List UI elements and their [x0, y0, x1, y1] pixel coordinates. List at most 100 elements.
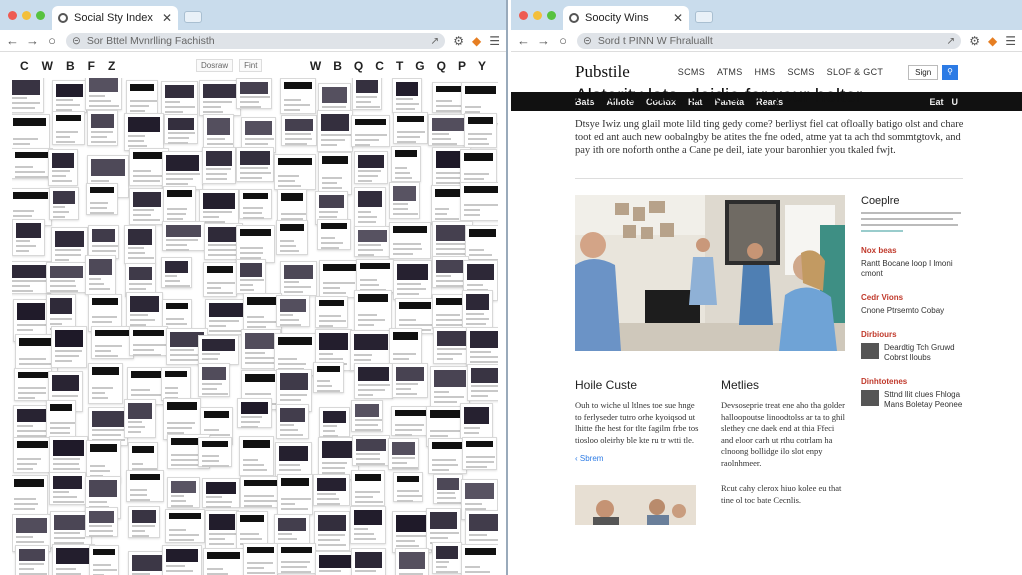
back-icon[interactable]: ← — [6, 33, 19, 48]
profile-card[interactable] — [88, 363, 123, 404]
bookmark-icon[interactable]: ↗ — [946, 35, 955, 47]
profile-card[interactable] — [128, 506, 160, 538]
profile-card[interactable] — [313, 474, 350, 506]
profile-card[interactable] — [236, 225, 275, 263]
profile-card[interactable] — [129, 326, 168, 356]
section-row[interactable]: Deardtig Tch Gruwd Cobrst lloubs — [861, 343, 966, 363]
profile-card[interactable] — [393, 112, 428, 144]
profile-card[interactable] — [315, 296, 348, 328]
profile-card[interactable] — [86, 183, 118, 215]
tool-icon[interactable]: B — [66, 59, 75, 73]
user-icon[interactable]: ⚲ — [942, 64, 958, 80]
profile-card[interactable] — [46, 400, 76, 438]
profile-card[interactable] — [162, 221, 205, 251]
tool-icon[interactable]: W — [42, 59, 53, 73]
profile-card[interactable] — [239, 189, 272, 219]
profile-card[interactable] — [280, 78, 316, 114]
maximize-dot[interactable] — [36, 11, 45, 20]
profile-card[interactable] — [462, 290, 493, 330]
profile-card[interactable] — [352, 435, 390, 466]
menu-icon[interactable]: ☰ — [1005, 34, 1016, 48]
profile-card[interactable] — [313, 362, 344, 393]
profile-card[interactable] — [391, 146, 421, 182]
profile-card[interactable] — [460, 182, 498, 221]
profile-card[interactable] — [351, 400, 383, 432]
tool-icon[interactable]: C — [375, 59, 384, 73]
profile-card[interactable] — [49, 436, 88, 475]
profile-card[interactable] — [467, 364, 498, 401]
top-link[interactable]: SCMS — [787, 67, 814, 77]
profile-card[interactable] — [354, 187, 386, 228]
browser-tab[interactable]: Social Sty Index ✕ — [52, 6, 178, 30]
profile-card[interactable] — [85, 78, 122, 110]
profile-card[interactable] — [91, 326, 134, 359]
profile-card[interactable] — [12, 78, 44, 113]
section-kicker[interactable]: Dirbiours — [861, 330, 966, 339]
bookmark-icon[interactable]: ↗ — [430, 35, 439, 47]
tool-icon[interactable]: G — [415, 59, 424, 73]
profile-card[interactable] — [393, 472, 423, 502]
profile-card[interactable] — [124, 113, 164, 151]
profile-card[interactable] — [428, 114, 469, 146]
profile-card[interactable] — [51, 227, 88, 266]
profile-card[interactable] — [461, 544, 498, 575]
profile-card[interactable] — [12, 475, 48, 515]
maximize-dot[interactable] — [547, 11, 556, 20]
profile-card[interactable] — [203, 548, 244, 575]
address-bar[interactable]: ⊝ Sor Bttel Mvnrlling Fachisth ↗ — [66, 32, 446, 49]
profile-card[interactable] — [389, 182, 420, 219]
top-link[interactable]: SLOF & GCT — [827, 67, 884, 77]
profile-card[interactable] — [388, 438, 419, 470]
profile-card[interactable] — [12, 148, 53, 179]
profile-card[interactable] — [202, 147, 236, 184]
tool-icon[interactable]: Q — [437, 59, 446, 73]
sign-in-button[interactable]: Sign — [908, 64, 939, 80]
extension-icon[interactable]: ⚙ — [969, 34, 980, 48]
profile-card[interactable] — [354, 226, 391, 257]
profile-card[interactable] — [240, 476, 282, 508]
profile-card[interactable] — [280, 261, 317, 296]
profile-card[interactable] — [161, 367, 191, 401]
close-tab-icon[interactable]: ✕ — [673, 11, 683, 25]
profile-card[interactable] — [274, 154, 316, 190]
tool-icon[interactable]: T — [396, 59, 403, 73]
profile-card[interactable] — [237, 398, 272, 428]
profile-icon[interactable]: ◆ — [988, 34, 997, 48]
profile-card[interactable] — [351, 470, 385, 506]
profile-card[interactable] — [464, 113, 497, 148]
top-link[interactable]: HMS — [755, 67, 776, 77]
profile-card[interactable] — [52, 111, 85, 145]
profile-card[interactable] — [277, 474, 313, 515]
profile-card[interactable] — [203, 262, 237, 297]
profile-card[interactable] — [389, 222, 431, 259]
section-kicker[interactable]: Cedr Vions — [861, 293, 966, 302]
profile-card[interactable] — [85, 255, 116, 295]
profile-card[interactable] — [124, 399, 156, 438]
profile-card[interactable] — [276, 295, 310, 327]
profile-card[interactable] — [318, 152, 352, 195]
profile-card[interactable] — [198, 437, 232, 467]
profile-card[interactable] — [51, 326, 87, 368]
profile-card[interactable] — [161, 81, 198, 115]
profile-card[interactable] — [236, 147, 274, 182]
search-label-1[interactable]: Dosraw — [196, 59, 234, 72]
close-tab-icon[interactable]: ✕ — [162, 11, 172, 25]
tool-icon[interactable]: B — [333, 59, 342, 73]
close-dot[interactable] — [8, 11, 17, 20]
profile-card[interactable] — [126, 470, 164, 502]
profile-card[interactable] — [281, 115, 317, 146]
profile-card[interactable] — [433, 474, 463, 504]
profile-card[interactable] — [198, 335, 239, 365]
profile-card[interactable] — [87, 110, 118, 146]
profile-card[interactable] — [319, 407, 350, 437]
profile-card[interactable] — [164, 114, 198, 144]
reload-icon[interactable]: ○ — [46, 33, 58, 48]
profile-card[interactable] — [432, 542, 462, 574]
menu-icon[interactable]: ☰ — [489, 34, 500, 48]
profile-card[interactable] — [161, 257, 192, 288]
profile-card[interactable] — [49, 187, 79, 220]
profile-card[interactable] — [243, 543, 278, 575]
profile-card[interactable] — [165, 509, 205, 543]
tool-icon[interactable]: F — [88, 59, 95, 73]
top-link[interactable]: ATMS — [717, 67, 743, 77]
